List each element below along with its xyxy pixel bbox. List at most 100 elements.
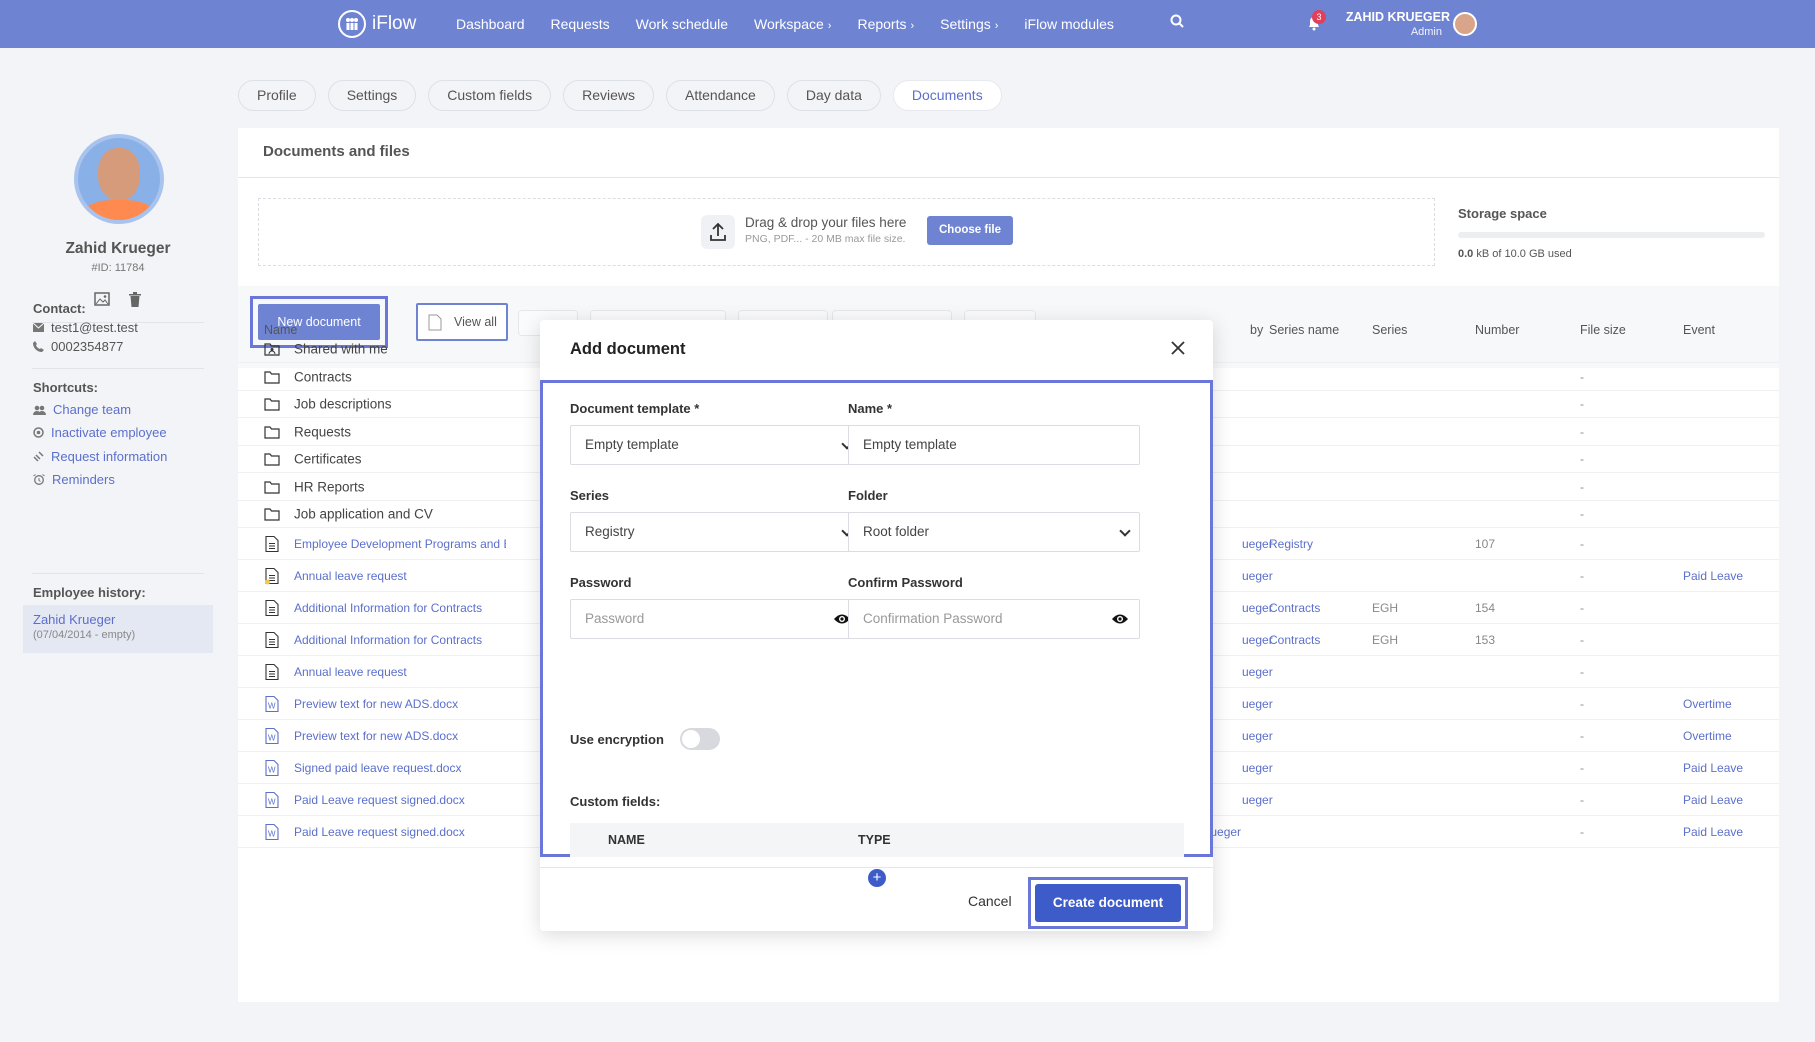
profile-id: #ID: 11784 <box>91 262 145 274</box>
nav-item-2[interactable]: Work schedule <box>636 16 728 32</box>
file-size: - <box>1580 632 1584 647</box>
password-input[interactable]: Password <box>570 599 862 639</box>
profile-tabs: Profile Settings Custom fields Reviews Atten… <box>238 80 1002 111</box>
file-by[interactable]: ueger <box>1242 793 1273 807</box>
tab-custom-fields[interactable]: Custom fields <box>428 80 552 111</box>
col-series[interactable]: Series <box>1372 323 1407 337</box>
nav-item-4[interactable]: Reports › <box>857 16 914 32</box>
file-size: - <box>1580 696 1584 711</box>
file-by[interactable]: ueger <box>1242 729 1273 743</box>
link-icon <box>33 451 44 462</box>
tab-settings[interactable]: Settings <box>327 80 417 111</box>
file-event[interactable]: Paid Leave <box>1683 793 1743 807</box>
file-by[interactable]: ueger <box>1242 697 1273 711</box>
folder-select[interactable]: Root folder <box>848 512 1140 552</box>
file-dropzone[interactable]: Drag & drop your files here PNG, PDF... … <box>258 198 1435 266</box>
file-event[interactable]: Paid Leave <box>1683 825 1743 839</box>
file-by[interactable]: ueger <box>1242 665 1273 679</box>
col-name[interactable]: Name <box>264 323 297 337</box>
document-icon <box>265 599 279 616</box>
template-select[interactable]: Empty template <box>570 425 862 465</box>
tab-attendance[interactable]: Attendance <box>666 80 775 111</box>
modal-form: Document template * Empty template Name … <box>540 380 1213 887</box>
file-name[interactable]: Signed paid leave request.docx <box>294 761 461 775</box>
file-event[interactable]: Overtime <box>1683 697 1732 711</box>
file-name[interactable]: Annual leave request <box>294 569 407 583</box>
phone-icon <box>33 341 44 352</box>
col-number[interactable]: Number <box>1475 323 1519 337</box>
file-event[interactable]: Paid Leave <box>1683 569 1743 583</box>
file-size: - <box>1580 792 1584 807</box>
user-name[interactable]: ZAHID KRUEGER <box>1338 10 1450 24</box>
file-name[interactable]: Preview text for new ADS.docx <box>294 697 458 711</box>
word-file-icon: W <box>265 759 279 776</box>
nav-item-0[interactable]: Dashboard <box>456 16 525 32</box>
create-document-button[interactable]: Create document <box>1035 884 1181 922</box>
history-item[interactable]: Zahid Krueger (07/04/2014 - empty) <box>23 605 213 653</box>
image-icon[interactable] <box>94 292 110 306</box>
shortcut-inactivate-employee[interactable]: Inactivate employee <box>33 425 167 440</box>
top-navbar: iFlow Dashboard Requests Work schedule Work… <box>0 0 1815 48</box>
chevron-right-icon: › <box>994 20 999 32</box>
tab-profile[interactable]: Profile <box>238 80 316 111</box>
tab-reviews[interactable]: Reviews <box>563 80 654 111</box>
file-series-name[interactable]: Contracts <box>1269 601 1320 615</box>
nav-item-3[interactable]: Workspace › <box>754 16 831 32</box>
encryption-toggle[interactable] <box>680 728 720 750</box>
file-name[interactable]: Additional Information for Contracts <box>294 601 482 615</box>
file-name[interactable]: Preview text for new ADS.docx <box>294 729 458 743</box>
file-series-name[interactable]: Contracts <box>1269 633 1320 647</box>
close-icon[interactable] <box>1168 338 1188 358</box>
brand-name: iFlow <box>372 13 417 34</box>
name-input[interactable]: Empty template <box>848 425 1140 465</box>
tab-day-data[interactable]: Day data <box>786 80 881 111</box>
file-event[interactable]: Overtime <box>1683 729 1732 743</box>
svg-text:W: W <box>268 797 276 806</box>
contact-phone: 0002354877 <box>33 339 123 354</box>
search-icon[interactable] <box>1170 14 1184 28</box>
choose-file-button[interactable]: Choose file <box>927 216 1013 245</box>
file-number: 153 <box>1475 632 1496 647</box>
col-series-name[interactable]: Series name <box>1269 323 1339 337</box>
word-file-icon: W <box>265 823 279 840</box>
team-icon <box>33 405 46 415</box>
name-label: Name * <box>848 401 893 416</box>
eye-icon[interactable] <box>1111 612 1129 626</box>
user-avatar[interactable] <box>1453 12 1477 36</box>
shortcut-reminders[interactable]: Reminders <box>33 472 115 487</box>
storage-text: 0.0 kB of 10.0 GB used <box>1458 248 1572 260</box>
tab-documents[interactable]: Documents <box>892 80 1002 111</box>
confirm-password-input[interactable]: Confirmation Password <box>848 599 1140 639</box>
col-event[interactable]: Event <box>1683 323 1715 337</box>
nav-item-1[interactable]: Requests <box>551 16 610 32</box>
file-name[interactable]: Employee Development Programs and Benefi… <box>294 537 506 551</box>
file-event[interactable]: Paid Leave <box>1683 761 1743 775</box>
svg-text:W: W <box>268 829 276 838</box>
app-logo[interactable]: iFlow <box>338 10 416 38</box>
file-name[interactable]: Paid Leave request signed.docx <box>294 793 465 807</box>
trash-icon[interactable] <box>128 292 142 307</box>
nav-item-5[interactable]: Settings › <box>940 16 998 32</box>
add-custom-field-icon[interactable]: + <box>868 869 886 887</box>
file-name[interactable]: Annual leave request <box>294 665 407 679</box>
nav-item-6[interactable]: iFlow modules <box>1024 16 1113 32</box>
col-by[interactable]: by <box>1250 323 1263 337</box>
file-by[interactable]: ueger <box>1242 761 1273 775</box>
shortcut-request-information[interactable]: Request information <box>33 449 167 464</box>
profile-avatar <box>74 134 164 224</box>
chevron-right-icon: › <box>910 20 915 32</box>
shortcut-change-team[interactable]: Change team <box>33 402 131 417</box>
file-size: - <box>1580 600 1584 615</box>
folder-name: Requests <box>294 424 352 439</box>
file-name[interactable]: Paid Leave request signed.docx <box>294 825 465 839</box>
folder-icon <box>264 398 280 411</box>
col-file-size[interactable]: File size <box>1580 323 1626 337</box>
template-label: Document template * <box>570 401 700 416</box>
file-size: - <box>1580 664 1584 679</box>
series-select[interactable]: Registry <box>570 512 862 552</box>
cancel-button[interactable]: Cancel <box>968 893 1012 909</box>
file-by[interactable]: ueger <box>1242 569 1273 583</box>
folder-size: - <box>1580 507 1584 521</box>
file-name[interactable]: Additional Information for Contracts <box>294 633 482 647</box>
file-series-name[interactable]: Registry <box>1269 537 1313 551</box>
